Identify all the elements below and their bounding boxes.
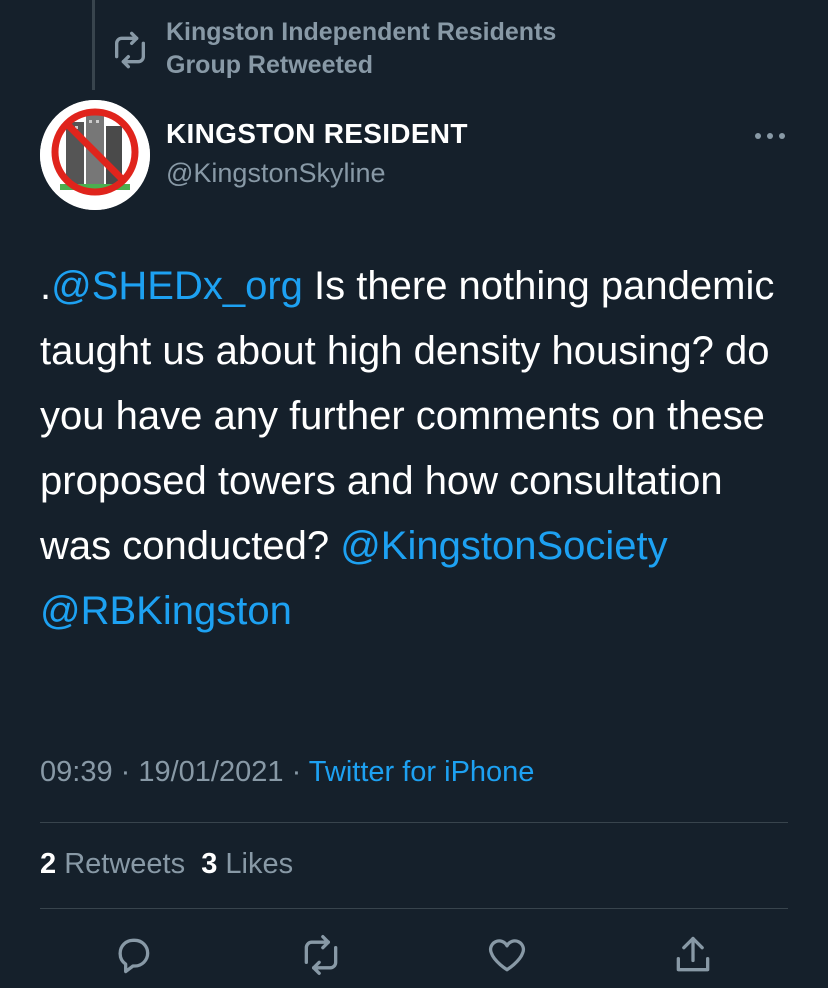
more-horizontal-icon[interactable] — [752, 126, 788, 146]
meta-separator: · — [283, 756, 309, 788]
meta-separator: · — [112, 756, 139, 788]
reply-icon[interactable] — [111, 933, 155, 977]
handle[interactable]: @KingstonSkyline — [166, 158, 386, 189]
tweet-stats: 2 Retweets 3 Likes — [40, 848, 293, 881]
thread-line — [92, 0, 95, 90]
mention-link[interactable]: @KingstonSociety — [340, 524, 667, 568]
likes-label: Likes — [225, 848, 294, 880]
avatar[interactable] — [40, 100, 150, 210]
tweet-date: 19/01/2021 — [138, 756, 284, 788]
like-icon[interactable] — [485, 933, 529, 977]
tweet-time: 09:39 — [40, 756, 113, 788]
divider — [40, 822, 788, 823]
tweet-body: Is there nothing pandemic taught us abou… — [40, 264, 775, 568]
share-icon[interactable] — [671, 933, 715, 977]
retweet-banner[interactable]: Kingston Independent Residents Group Ret… — [110, 16, 626, 82]
mention-link[interactable]: @SHEDx_org — [51, 264, 303, 308]
tweet-source-link[interactable]: Twitter for iPhone — [309, 756, 535, 788]
retweet-icon — [110, 30, 150, 70]
tweet-meta: 09:39 · 19/01/2021 · Twitter for iPhone — [40, 756, 534, 789]
no-towers-logo — [40, 100, 150, 210]
divider — [40, 908, 788, 909]
retweets-label: Retweets — [64, 848, 186, 880]
display-name[interactable]: KINGSTON RESIDENT — [166, 118, 468, 150]
retweets-stat[interactable]: 2 Retweets — [40, 848, 185, 880]
likes-count: 3 — [201, 848, 218, 880]
retweet-banner-text: Kingston Independent Residents Group Ret… — [166, 18, 557, 79]
mention-link[interactable]: @RBKingston — [40, 589, 292, 633]
likes-stat[interactable]: 3 Likes — [201, 848, 293, 880]
tweet-prefix: . — [40, 264, 52, 308]
tweet-text: .@SHEDx_org Is there nothing pandemic ta… — [40, 254, 800, 644]
retweets-count: 2 — [40, 848, 57, 880]
retweet-icon[interactable] — [299, 933, 343, 977]
